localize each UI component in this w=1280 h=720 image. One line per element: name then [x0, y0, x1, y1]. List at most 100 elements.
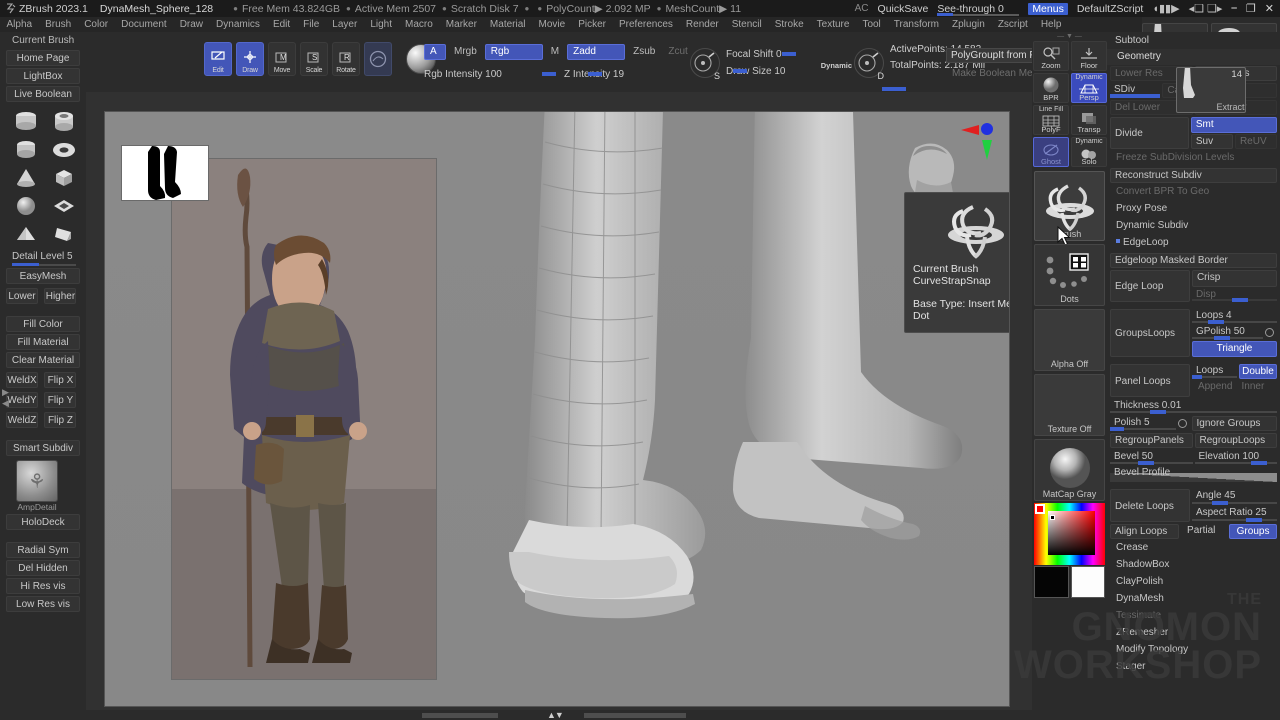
tessimate-section-button[interactable]: Tessimate: [1110, 609, 1277, 624]
reuv-button[interactable]: ReUV: [1235, 134, 1277, 149]
menu-item-tool[interactable]: Tool: [856, 17, 887, 32]
color-sv-cursor[interactable]: [1050, 515, 1055, 520]
dynamesh-section-button[interactable]: DynaMesh: [1110, 592, 1277, 607]
home-page-button[interactable]: Home Page: [6, 50, 80, 66]
groups-button[interactable]: Groups: [1229, 524, 1277, 539]
secondary-color-swatch[interactable]: [1034, 566, 1069, 598]
navigation-gizmo[interactable]: [959, 120, 999, 162]
menu-item-edit[interactable]: Edit: [266, 17, 296, 32]
rotate-mode-button[interactable]: R Rotate: [332, 42, 360, 76]
higher-button[interactable]: Higher: [44, 288, 76, 304]
bevel-slider[interactable]: Bevel 50: [1110, 450, 1193, 465]
polyf-button[interactable]: Line Fill PolyF: [1033, 105, 1069, 135]
sphere-primitive-icon[interactable]: [8, 192, 45, 219]
viewport-3d[interactable]: Current Brush CurveStrapSnap Base Type: …: [105, 112, 1009, 706]
subtool-palette-header[interactable]: Subtool: [1107, 32, 1280, 49]
rgb-intensity-slider[interactable]: Rgb Intensity 100: [424, 64, 556, 75]
menu-item-brush[interactable]: Brush: [39, 17, 78, 32]
holodeck-button[interactable]: HoloDeck: [6, 514, 80, 530]
menu-item-stencil[interactable]: Stencil: [725, 17, 768, 32]
regroup-loops-button[interactable]: RegroupLoops: [1195, 433, 1278, 448]
edge-loop-button[interactable]: Edge Loop: [1110, 270, 1190, 302]
menu-item-document[interactable]: Document: [115, 17, 174, 32]
geometry-palette-header[interactable]: Geometry: [1107, 49, 1280, 65]
shadowbox-section-button[interactable]: ShadowBox: [1110, 558, 1277, 573]
crisp-button[interactable]: Crisp: [1192, 270, 1277, 287]
cylinder2-primitive-icon[interactable]: [8, 136, 45, 163]
see-through-slider[interactable]: See-through 0: [937, 3, 1019, 15]
weldz-button[interactable]: WeldZ: [6, 412, 38, 428]
close-button[interactable]: ✕: [1265, 2, 1274, 15]
texture-slot[interactable]: Texture Off: [1034, 374, 1105, 436]
current-brush-slot[interactable]: Brush: [1034, 171, 1105, 241]
cone-primitive-icon[interactable]: [8, 164, 45, 191]
panel-loops-button[interactable]: Panel Loops: [1110, 364, 1190, 397]
angle-slider[interactable]: Angle 45: [1192, 489, 1277, 505]
suv-button[interactable]: Suv: [1191, 134, 1233, 149]
menu-item-marker[interactable]: Marker: [439, 17, 483, 32]
transp-button[interactable]: Transp: [1071, 105, 1107, 135]
menu-item-material[interactable]: Material: [483, 17, 532, 32]
flipz-button[interactable]: Flip Z: [44, 412, 76, 428]
make-boolean-mesh-button[interactable]: Make Boolean Mesh: [952, 68, 1043, 79]
cylinder-primitive-icon[interactable]: [8, 108, 45, 135]
smt-button[interactable]: Smt: [1191, 117, 1277, 133]
bevel-profile-curve[interactable]: Bevel Profile: [1110, 467, 1277, 482]
menu-item-movie[interactable]: Movie: [532, 17, 572, 32]
menu-item-dynamics[interactable]: Dynamics: [210, 17, 267, 32]
menu-item-file[interactable]: File: [297, 17, 326, 32]
focal-shift-slider[interactable]: Focal Shift 0: [726, 44, 850, 55]
tube-primitive-icon[interactable]: [46, 108, 83, 135]
fill-material-button[interactable]: Fill Material: [6, 334, 80, 350]
menu-item-layer[interactable]: Layer: [326, 17, 364, 32]
z-intensity-slider[interactable]: Z Intensity 19: [564, 64, 689, 75]
dynamic-label[interactable]: Dynamic: [821, 61, 852, 70]
menu-item-macro[interactable]: Macro: [399, 17, 440, 32]
aspect-ratio-slider[interactable]: Aspect Ratio 25: [1192, 506, 1277, 522]
default-zscript-button[interactable]: DefaultZScript: [1077, 3, 1144, 15]
reconstruct-subdiv-button[interactable]: Reconstruct Subdiv: [1110, 168, 1277, 183]
fill-color-button[interactable]: Fill Color: [6, 316, 80, 332]
gpolish-toggle-icon[interactable]: [1265, 328, 1274, 337]
double-button[interactable]: Double: [1239, 364, 1277, 379]
clear-material-button[interactable]: Clear Material: [6, 352, 80, 368]
minimize-button[interactable]: ⎯: [1231, 2, 1237, 15]
scrollbar-arrows-icon[interactable]: ▲▼: [547, 710, 563, 720]
dynamic-subdiv-button[interactable]: Dynamic Subdiv: [1110, 219, 1277, 234]
shelf-toggle-icon[interactable]: ◖▮▮▶: [1152, 2, 1179, 15]
alpha-mode-a-button[interactable]: A: [424, 44, 446, 60]
detail-level-slider[interactable]: [12, 264, 76, 266]
triangle-button[interactable]: Triangle: [1192, 341, 1277, 358]
bpr-button[interactable]: BPR: [1033, 73, 1069, 103]
draw-mode-button[interactable]: Draw: [236, 42, 264, 76]
zcut-button[interactable]: Zcut: [663, 45, 692, 59]
alpha-slot[interactable]: Alpha Off: [1034, 309, 1105, 371]
wedge-primitive-icon[interactable]: [46, 220, 83, 247]
menu-item-alpha[interactable]: Alpha: [0, 17, 39, 32]
canvas-horizontal-scrollbar[interactable]: ▲▼: [86, 710, 1032, 720]
ghost-button[interactable]: Ghost: [1033, 137, 1069, 167]
edit-mode-button[interactable]: Edit: [204, 42, 232, 76]
left-tray-handle[interactable]: ▶◀: [2, 387, 9, 409]
delete-loops-button[interactable]: Delete Loops: [1110, 489, 1190, 522]
zremesher-section-button[interactable]: ZRemesher: [1110, 626, 1277, 641]
primary-color-swatch[interactable]: [1071, 566, 1106, 598]
dynamic-dial-icon[interactable]: D: [854, 48, 884, 78]
tool-thumb-extract8-selected[interactable]: 14 Extract8: [1176, 67, 1246, 113]
hi-res-vis-button[interactable]: Hi Res vis: [6, 578, 80, 594]
document-canvas[interactable]: Current Brush CurveStrapSnap Base Type: …: [104, 111, 1010, 707]
radial-sym-button[interactable]: Radial Sym: [6, 542, 80, 558]
gpolish-slider[interactable]: GPolish 50: [1192, 325, 1263, 340]
claypolish-section-button[interactable]: ClayPolish: [1110, 575, 1277, 590]
m-button[interactable]: M: [546, 45, 564, 59]
sdiv-slider[interactable]: SDiv: [1110, 83, 1160, 98]
regroup-panels-button[interactable]: RegroupPanels: [1110, 433, 1193, 448]
weldx-button[interactable]: WeldX: [6, 372, 38, 388]
rgb-button[interactable]: Rgb: [485, 44, 543, 60]
proxy-pose-button[interactable]: Proxy Pose: [1110, 202, 1277, 217]
modify-topology-section-button[interactable]: Modify Topology: [1110, 643, 1277, 658]
lightbox-button[interactable]: LightBox: [6, 68, 80, 84]
pyramid-primitive-icon[interactable]: [8, 220, 45, 247]
inner-button[interactable]: Inner: [1235, 380, 1277, 395]
partial-button[interactable]: Partial: [1181, 524, 1227, 539]
